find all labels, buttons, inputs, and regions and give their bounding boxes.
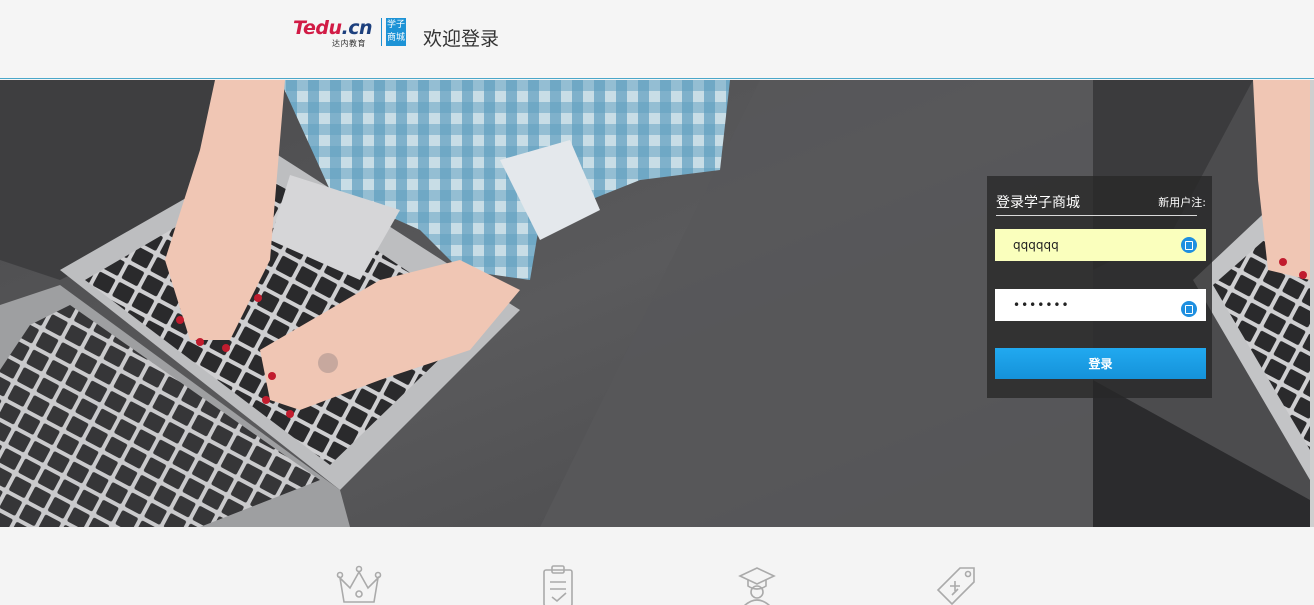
logo-badge: 学子 商城	[386, 18, 406, 46]
crown-icon	[336, 565, 382, 603]
login-title: 登录学子商城	[996, 195, 1080, 211]
page-edge	[1310, 80, 1314, 527]
page-title: 欢迎登录	[423, 28, 500, 50]
logo-text: Tedu.cn	[293, 17, 373, 39]
clipboard-check-icon	[543, 565, 573, 605]
credential-icon[interactable]	[1181, 237, 1197, 253]
price-tag-icon	[936, 567, 975, 605]
tedu-logo[interactable]: Tedu.cn 达内教育 学子 商城	[293, 17, 406, 48]
register-link[interactable]: 新用户注:	[1158, 194, 1206, 210]
logo-divider	[381, 18, 382, 46]
laptop-photo	[0, 80, 1093, 527]
logo-subtitle: 达内教育	[332, 39, 366, 48]
username-input[interactable]	[995, 229, 1206, 261]
graduate-icon	[738, 567, 776, 605]
credential-icon[interactable]	[1181, 301, 1197, 317]
login-divider	[996, 215, 1197, 216]
login-button[interactable]: 登录	[995, 348, 1206, 379]
logo-wordmark: Tedu.cn 达内教育	[293, 17, 375, 48]
password-input[interactable]	[995, 289, 1206, 321]
login-panel: 登录学子商城 新用户注: 登录	[987, 176, 1212, 398]
page-header: Tedu.cn 达内教育 学子 商城 欢迎登录	[0, 0, 1314, 79]
